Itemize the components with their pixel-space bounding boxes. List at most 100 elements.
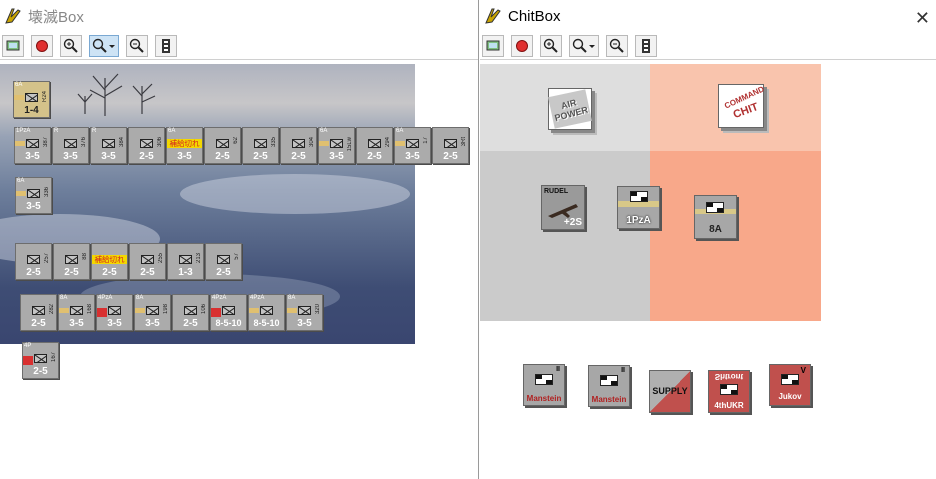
counter-unit-id: 384 [119,137,125,148]
counter-unit-id: 3Rt [461,137,467,147]
right-toolbar [480,32,936,60]
infantry-symbol-icon [65,255,78,264]
chit-board[interactable]: AIR POWER COMMAND CHIT RUDEL +2S 1PzA 8A… [480,64,936,479]
formation-stripe [15,141,25,146]
unit-counter[interactable]: 213 1-3 [167,243,204,280]
rudel-chit[interactable]: RUDEL +2S [541,185,585,230]
hq-symbol-icon [630,191,648,202]
counter-unit-id: 306 [157,137,163,148]
map-icon[interactable] [482,34,504,57]
zhukov-sup: V [800,366,806,375]
unit-counter[interactable]: 4P 167 2-5 [22,342,59,379]
stack-icon[interactable] [635,34,657,57]
unit-counter[interactable]: 8A 320 3-5 [286,294,323,331]
unit-counter[interactable]: R 376 3-5 [52,127,89,164]
counter-unit-id: 335 [271,137,277,148]
zhukov-chit[interactable]: V Jukov [769,364,811,406]
unit-counter[interactable]: 8A 168 3-5 [58,294,95,331]
unit-counter[interactable]: 6A 336 3-5 [15,177,52,214]
counter-formation-label: 6A [168,128,176,134]
unit-counter[interactable]: 255 2-5 [129,243,166,280]
counter-strength: 1-4 [24,105,39,116]
map-icon[interactable] [2,34,24,57]
german-chit-zone-bottom [480,151,650,321]
zoom-out-icon[interactable] [126,34,148,57]
left-window-title: 壊滅Box [28,8,84,26]
counter-unit-id: 62 [233,137,239,144]
unit-counter[interactable]: 8A 198 3-5 [134,294,171,331]
stack-icon[interactable] [155,34,177,57]
out-of-supply-tag: 補給切れ [167,139,202,148]
counter-strength: 3-5 [405,151,420,162]
counter-unit-id: 257 [44,253,50,264]
counter-strength: 2-5 [64,267,79,278]
unit-counter[interactable]: 6A 補給切れ 3-5 [166,127,203,164]
counter-strength: 8-5-10 [215,318,242,328]
unit-counter[interactable]: 補給切れ 2-5 [91,243,128,280]
unit-counter[interactable]: 3Rt 2-5 [432,127,469,164]
infantry-symbol-icon [222,306,235,315]
zoom-in-icon[interactable] [60,34,82,57]
unit-counter[interactable]: 6A 17 3-5 [394,127,431,164]
unit-counter[interactable]: R 384 3-5 [90,127,127,164]
unit-counter[interactable]: 4PzA 8-5-10 [210,294,247,331]
counter-strength: 3-5 [101,151,116,162]
supply-chit[interactable]: SUPPLY [649,370,691,413]
unit-counter[interactable]: 294 2-5 [356,127,393,164]
rudel-value: +2S [563,217,582,228]
unit-counter[interactable]: 106 2-5 [172,294,209,331]
counter-unit-id: 198 [163,304,169,315]
counter-formation-label: 1PzA [16,128,31,134]
counter-formation-label: 4PzA [250,295,265,301]
infantry-symbol-icon [34,354,47,363]
eighth-army-hq-chit[interactable]: 8A [694,195,737,239]
infantry-symbol-icon [254,139,267,148]
manstein-chit-2[interactable]: II Manstein [588,365,630,407]
air-power-chit[interactable]: AIR POWER [548,88,592,130]
counter-strength: 1-3 [178,267,193,278]
ukr-mirror-label: Shtront [714,372,744,381]
unit-counter[interactable]: 306 2-5 [128,127,165,164]
zoom-in-icon[interactable] [540,34,562,57]
stop-icon[interactable] [511,34,533,57]
manstein-chit-1[interactable]: II Manstein [523,364,565,406]
pza-hq-chit[interactable]: 1PzA [617,186,660,229]
infantry-symbol-icon [330,139,343,148]
unit-counter[interactable]: 6A 15Lw 3-5 [318,127,355,164]
unit-counter[interactable]: 62 2-5 [204,127,241,164]
unit-counter[interactable]: 282 2-5 [20,294,57,331]
counter-strength: 2-5 [443,151,458,162]
unit-counter[interactable]: 335 2-5 [242,127,279,164]
zoom-dropdown-icon[interactable] [569,34,599,57]
hq-symbol-icon [706,202,724,213]
formation-stripe [16,191,26,196]
manstein-1-sup: II [556,366,560,373]
close-icon[interactable]: ✕ [915,8,930,29]
counter-strength: 2-5 [102,267,117,278]
counter-formation-label: 8A [136,295,144,301]
unit-counter[interactable]: 88 2-5 [53,243,90,280]
hq-symbol-icon [600,375,618,386]
unit-counter[interactable]: 4PzA 8-5-10 [248,294,285,331]
red-marker [97,308,107,317]
unit-counter[interactable]: 4PzA 3-5 [96,294,133,331]
zoom-out-icon[interactable] [606,34,628,57]
counter-strength: 3-5 [25,151,40,162]
out-of-supply-tag: 補給切れ [92,255,127,264]
counter-strength: 3-5 [69,318,84,329]
unit-counter[interactable]: 304 2-5 [280,127,317,164]
infantry-symbol-icon [260,306,273,315]
fourth-ukr-front-chit[interactable]: Shtront 4thUKR [708,370,750,413]
unit-counter[interactable]: 1PzA 387 3-5 [14,127,51,164]
stop-icon[interactable] [31,34,53,57]
formation-stripe [319,141,329,146]
counter-strength: 2-5 [33,366,48,377]
command-chit[interactable]: COMMAND CHIT [718,84,766,128]
unit-counter[interactable]: 57 2-5 [205,243,242,280]
counter-strength: 3-5 [177,151,192,162]
infantry-symbol-icon [26,139,39,148]
unit-counter[interactable]: 257 2-5 [15,243,52,280]
unit-counter[interactable]: 6A R24 1-4 [13,81,50,118]
zoom-dropdown-icon[interactable] [89,34,119,57]
infantry-symbol-icon [368,139,381,148]
